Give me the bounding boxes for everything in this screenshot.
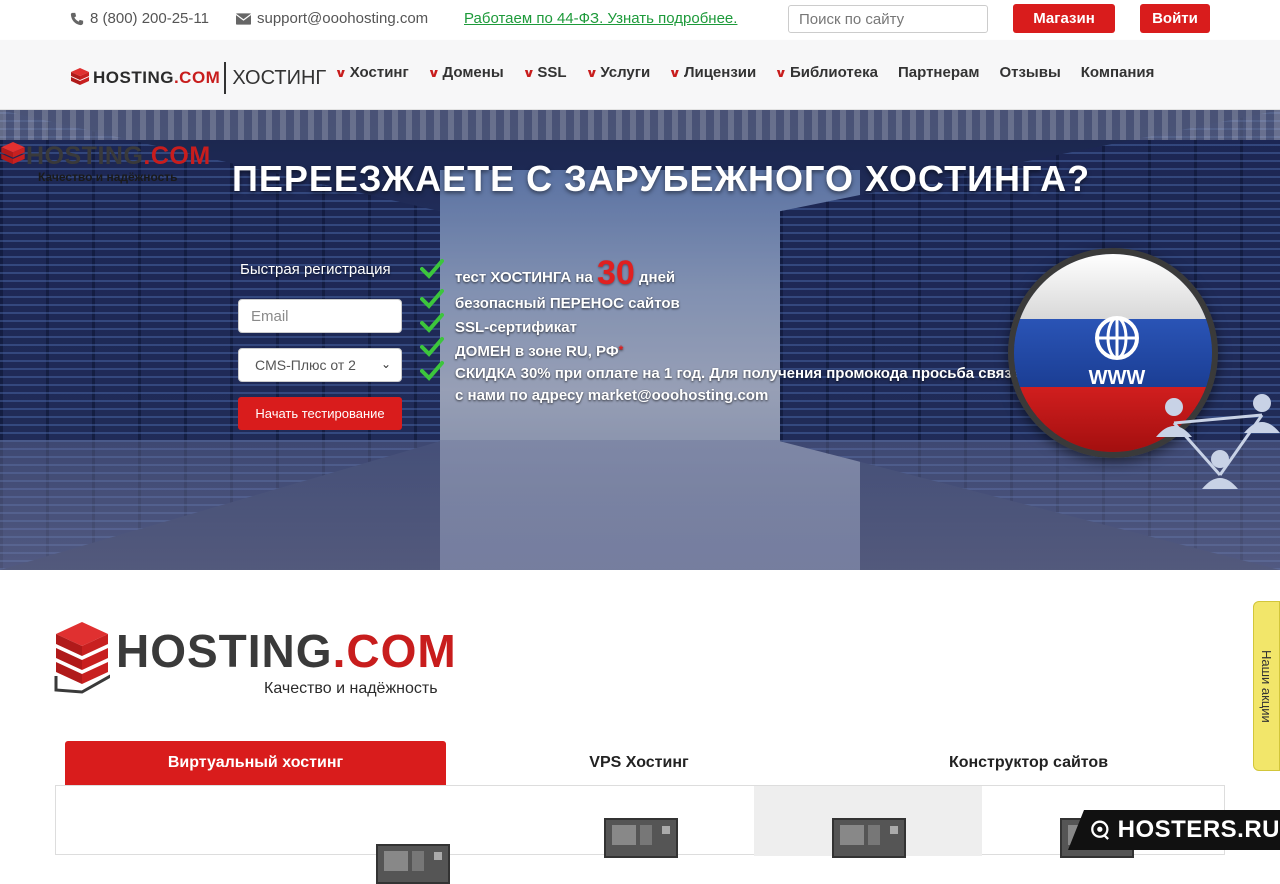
quick-registration-label: Быстрая регистрация — [240, 261, 391, 278]
chevron-down-icon: ∨ — [668, 65, 682, 80]
nav-item-domains[interactable]: ∨ Домены — [427, 64, 503, 81]
tab-virtual-hosting[interactable]: Виртуальный хостинг — [65, 741, 446, 785]
header-logo[interactable]: HOSTING.COM ХОСТИНГ — [70, 62, 326, 94]
nav-item-partners[interactable]: Партнерам — [898, 64, 979, 81]
phone-contact[interactable]: 8 (800) 200-25-11 — [70, 10, 209, 27]
hero-logo-tagline: Качество и надёжность — [38, 170, 178, 184]
globe-www-text: WWW — [1089, 367, 1146, 388]
nav-item-hosting[interactable]: ∨ Хостинг — [334, 64, 409, 81]
server-icon — [376, 844, 450, 884]
nav-menu: ∨ Хостинг ∨ Домены ∨ SSL ∨ Услуги ∨ Лицензии … — [334, 64, 1174, 81]
chevron-down-icon: ∨ — [774, 65, 788, 80]
hero-logo-text: HOSTING.COM — [26, 142, 211, 170]
watermark-text: HOSTERS.RU — [1117, 816, 1280, 843]
email-address: support@ooohosting.com — [257, 10, 429, 27]
server-stack-logo-icon — [54, 622, 115, 694]
promotions-label: Наши акции — [1259, 649, 1274, 723]
logo-divider — [224, 62, 227, 94]
nav-item-services[interactable]: ∨ Услуги — [585, 64, 650, 81]
law-44fz-link[interactable]: Работаем по 44-ФЗ. Узнать подробнее. — [464, 10, 737, 27]
email-contact[interactable]: support@ooohosting.com — [236, 10, 428, 27]
phone-icon — [70, 12, 84, 25]
tab-site-builder[interactable]: Конструктор сайтов — [832, 741, 1225, 785]
search-input[interactable] — [788, 5, 988, 33]
tab-vps-hosting[interactable]: VPS Хостинг — [446, 741, 832, 785]
shop-button[interactable]: Магазин — [1013, 4, 1115, 33]
checkmark-icon — [420, 361, 444, 381]
brand-logo: HOSTING.COM Качество и надёжность — [54, 620, 456, 699]
checkmark-icon — [420, 259, 444, 279]
nav-item-reviews[interactable]: Отзывы — [999, 64, 1060, 81]
network-people-icon — [1156, 394, 1280, 489]
header-logo-subtitle: ХОСТИНГ — [232, 66, 327, 89]
start-testing-button[interactable]: Начать тестирование — [238, 397, 402, 430]
promotions-side-tab[interactable]: Наши акции — [1253, 601, 1280, 771]
registration-email-input[interactable] — [238, 299, 402, 333]
chevron-down-icon: ∨ — [585, 65, 598, 80]
plan-select[interactable]: CMS-Плюс от 2 ⌄ — [238, 348, 402, 382]
test-days-number: 30 — [597, 254, 635, 292]
nav-item-library[interactable]: ∨ Библиотека — [774, 64, 878, 81]
globe-www-icon: WWW — [1089, 316, 1146, 388]
checkmark-icon — [420, 289, 444, 309]
tariff-panel — [55, 785, 1225, 884]
nav-item-ssl[interactable]: ∨ SSL — [522, 64, 566, 81]
top-bar: 8 (800) 200-25-11 support@ooohosting.com… — [0, 0, 1280, 40]
hosting-tabs: Виртуальный хостинг VPS Хостинг Конструк… — [65, 741, 1225, 785]
phone-number: 8 (800) 200-25-11 — [90, 10, 209, 27]
main-navbar: HOSTING.COM ХОСТИНГ ∨ Хостинг ∨ Домены ∨ SS… — [0, 40, 1280, 110]
nav-item-company[interactable]: Компания — [1081, 64, 1155, 81]
checkmark-icon — [420, 337, 444, 357]
server-stack-logo-icon — [1, 142, 25, 165]
plan-select-value: CMS-Плюс от 2 — [255, 357, 356, 373]
brand-tagline: Качество и надёжность — [264, 680, 438, 697]
envelope-icon — [236, 12, 251, 25]
server-icon — [604, 818, 678, 858]
header-logo-text: HOSTING.COM — [93, 68, 221, 87]
chevron-down-icon: ∨ — [427, 65, 440, 80]
hero-logo: HOSTING.COM Качество и надёжность — [0, 138, 210, 184]
login-button[interactable]: Войти — [1140, 4, 1210, 33]
chevron-down-icon: ∨ — [334, 65, 348, 80]
chevron-down-icon: ⌄ — [380, 357, 391, 371]
checkmark-icon — [420, 313, 444, 333]
server-icon — [832, 818, 906, 858]
chevron-down-icon: ∨ — [522, 65, 535, 80]
server-stack-logo-icon — [71, 68, 89, 85]
chat-bubble-icon — [1091, 820, 1109, 840]
brand-logo-text: HOSTING.COM — [116, 625, 457, 677]
hero-title: ПЕРЕЕЗЖАЕТЕ С ЗАРУБЕЖНОГО ХОСТИНГА? — [232, 158, 1091, 199]
hero-banner: HOSTING.COM Качество и надёжность ПЕРЕЕЗ… — [0, 110, 1280, 570]
hosters-watermark: HOSTERS.RU — [1068, 810, 1280, 850]
nav-item-licenses[interactable]: ∨ Лицензии — [668, 64, 756, 81]
